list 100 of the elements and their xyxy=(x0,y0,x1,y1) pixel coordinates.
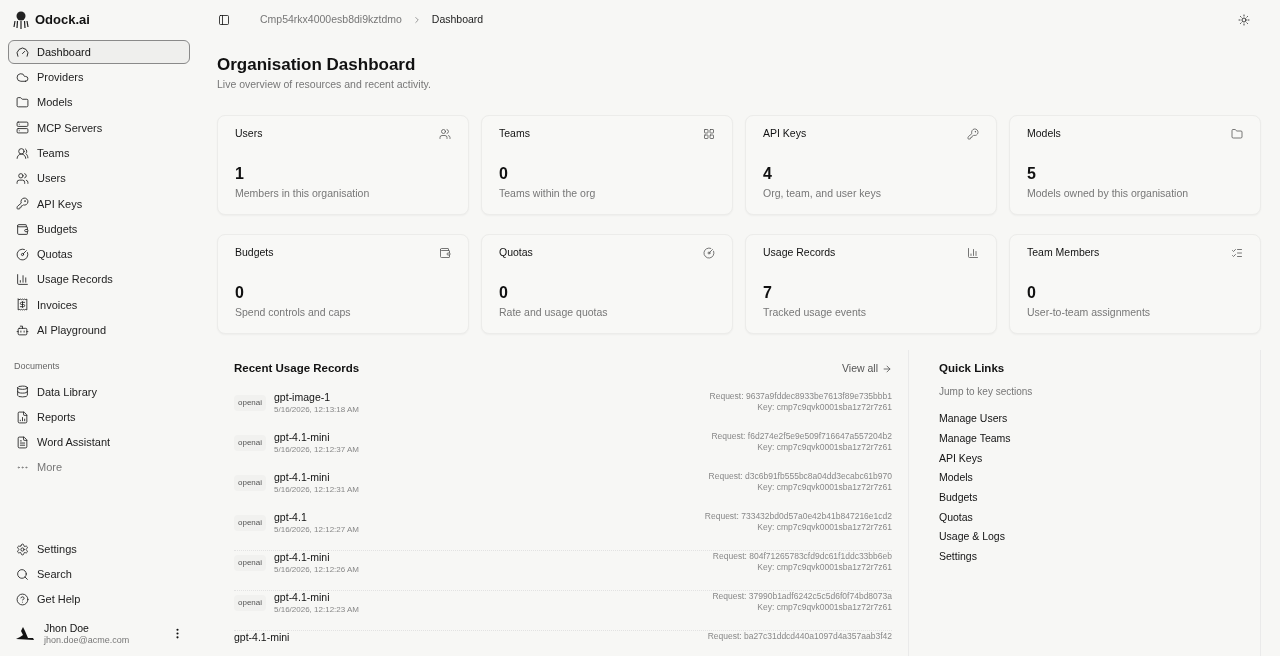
card-value: 5 xyxy=(1027,163,1037,184)
card-title: API Keys xyxy=(763,126,807,141)
sidebar-item[interactable]: MCP Servers xyxy=(8,115,190,140)
sidebar-item[interactable]: Usage Records xyxy=(8,267,190,292)
request-id: Request: 9637a9fddec8933be7613f89e735bbb1 xyxy=(709,391,892,402)
card-caption: Org, team, and user keys xyxy=(763,185,882,201)
sidebar-item[interactable]: Invoices xyxy=(8,292,190,317)
sidebar-item[interactable]: API Keys xyxy=(8,191,190,216)
timestamp: 5/16/2026, 12:12:31 AM xyxy=(274,484,359,497)
card-title: Quotas xyxy=(499,245,533,260)
provider-badge: openai xyxy=(234,595,267,612)
robot-icon xyxy=(16,323,29,337)
sidebar-item[interactable]: More xyxy=(8,455,190,480)
quick-link[interactable]: API Keys xyxy=(939,450,1260,466)
section-title: Recent Usage Records xyxy=(234,361,360,376)
card-value: 0 xyxy=(499,163,509,184)
card-caption: Tracked usage events xyxy=(763,304,867,320)
card-title: Budgets xyxy=(235,245,274,260)
model-name: gpt-4.1-mini xyxy=(274,431,331,445)
key-id: Key: cmp7c9qvk0001sba1z72r7z61 xyxy=(757,561,892,573)
sidebar-item[interactable]: Word Assistant xyxy=(8,430,190,455)
folder-icon xyxy=(16,96,29,110)
card-title: Users xyxy=(235,126,263,141)
card-value: 4 xyxy=(763,163,773,184)
sidebar-item[interactable]: Teams xyxy=(8,141,190,166)
gauge-icon xyxy=(16,247,29,261)
quick-link[interactable]: Models xyxy=(939,470,1260,485)
card-caption: Spend controls and caps xyxy=(235,304,352,320)
document-icon xyxy=(16,435,29,449)
model-name: gpt-4.1-mini xyxy=(274,551,331,565)
timestamp: 5/16/2026, 12:13:18 AM xyxy=(274,404,359,417)
card-caption: Rate and usage quotas xyxy=(499,304,609,320)
model-name: gpt-4.1-mini xyxy=(234,631,290,645)
sidebar-toggle-icon[interactable] xyxy=(218,14,230,26)
sidebar-item[interactable]: Models xyxy=(8,90,190,115)
brand-name: Odock.ai xyxy=(35,11,90,30)
sidebar-item[interactable]: AI Playground xyxy=(8,318,190,343)
card-value: 0 xyxy=(1027,282,1037,303)
timestamp: 5/16/2026, 12:12:27 AM xyxy=(274,524,359,537)
request-id: Request: d3c6b91fb555bc8a04dd3ecabc61b970 xyxy=(708,471,892,482)
breadcrumb-current: Dashboard xyxy=(431,12,484,28)
quick-link[interactable]: Manage Teams xyxy=(939,430,1260,446)
sidebar-item[interactable]: Users xyxy=(8,166,190,191)
sidebar-item[interactable]: Providers xyxy=(8,65,190,90)
view-all-link[interactable]: View all xyxy=(842,360,892,377)
sidebar-item[interactable]: Settings xyxy=(8,537,190,562)
sidebar-item[interactable]: Reports xyxy=(8,405,190,430)
sidebar-item[interactable]: Budgets xyxy=(8,217,190,242)
page-title: Organisation Dashboard xyxy=(217,54,417,76)
settings-icon xyxy=(16,542,29,556)
section-subtitle: Jump to key sections xyxy=(939,385,1034,400)
section-heading: Documents xyxy=(13,360,61,374)
breadcrumb-link[interactable]: Cmp54rkx4000esb8di9kztdmo xyxy=(260,12,402,28)
sidebar-item[interactable]: Dashboard xyxy=(8,40,190,64)
theme-toggle-icon[interactable] xyxy=(1238,14,1250,26)
people-icon xyxy=(16,146,29,160)
quick-link[interactable]: Manage Users xyxy=(939,411,1260,426)
arrow-icon xyxy=(882,363,892,374)
key-id: Key: cmp7c9qvk0001sba1z72r7z61 xyxy=(757,401,892,413)
provider-badge: openai xyxy=(234,555,267,572)
timestamp: 5/16/2026, 12:12:37 AM xyxy=(274,444,359,457)
bar-chart-icon xyxy=(16,273,29,287)
wallet-icon xyxy=(16,222,29,236)
request-id: Request: 37990b1adf6242c5c5d6f0f74bd8073a xyxy=(712,591,892,602)
sidebar-item[interactable]: Data Library xyxy=(8,379,190,404)
key-id: Key: cmp7c9qvk0001sba1z72r7z61 xyxy=(757,521,892,533)
octopus-logo-icon xyxy=(13,11,29,29)
gauge-icon xyxy=(703,246,715,259)
user-email: jhon.doe@acme.com xyxy=(44,634,130,646)
sidebar-item[interactable]: Quotas xyxy=(8,242,190,267)
provider-badge: openai xyxy=(234,515,267,532)
quick-link[interactable]: Budgets xyxy=(939,490,1260,505)
server-icon xyxy=(16,121,29,135)
sidebar-item[interactable]: Get Help xyxy=(8,587,190,612)
request-id: Request: 804f71265783cfd9dc61f1ddc33bb6eb xyxy=(712,551,892,562)
key-id: Key: cmp7c9qvk0001sba1z72r7z61 xyxy=(757,481,892,493)
sidebar-item[interactable]: Search xyxy=(8,562,190,587)
quick-link[interactable]: Settings xyxy=(939,549,1260,564)
model-name: gpt-4.1-mini xyxy=(274,591,331,605)
quick-link[interactable]: Usage & Logs xyxy=(939,529,1260,545)
section-title: Quick Links xyxy=(939,361,1006,376)
key-icon xyxy=(16,197,29,211)
request-id: Request: f6d274e2f5e9e509f716647a557204b2 xyxy=(711,431,892,442)
report-icon xyxy=(16,410,29,424)
search-icon xyxy=(16,567,29,581)
list-icon xyxy=(1231,246,1243,259)
card-value: 0 xyxy=(499,282,509,303)
card-caption: Teams within the org xyxy=(499,185,597,201)
help-icon xyxy=(16,593,29,607)
key-icon xyxy=(967,127,979,140)
model-name: gpt-4.1 xyxy=(274,511,308,525)
timestamp: 5/16/2026, 12:12:23 AM xyxy=(274,604,359,617)
request-id: Request: 733432bd0d57a0e42b41b847216e1cd2 xyxy=(704,511,892,522)
quick-link[interactable]: Quotas xyxy=(939,509,1260,525)
gauge-icon xyxy=(16,45,29,59)
bird-avatar-icon xyxy=(14,625,36,642)
user-name: Jhon Doe xyxy=(44,621,90,635)
bar-chart-icon xyxy=(967,246,979,259)
card-title: Teams xyxy=(499,126,530,141)
receipt-icon xyxy=(16,298,29,312)
